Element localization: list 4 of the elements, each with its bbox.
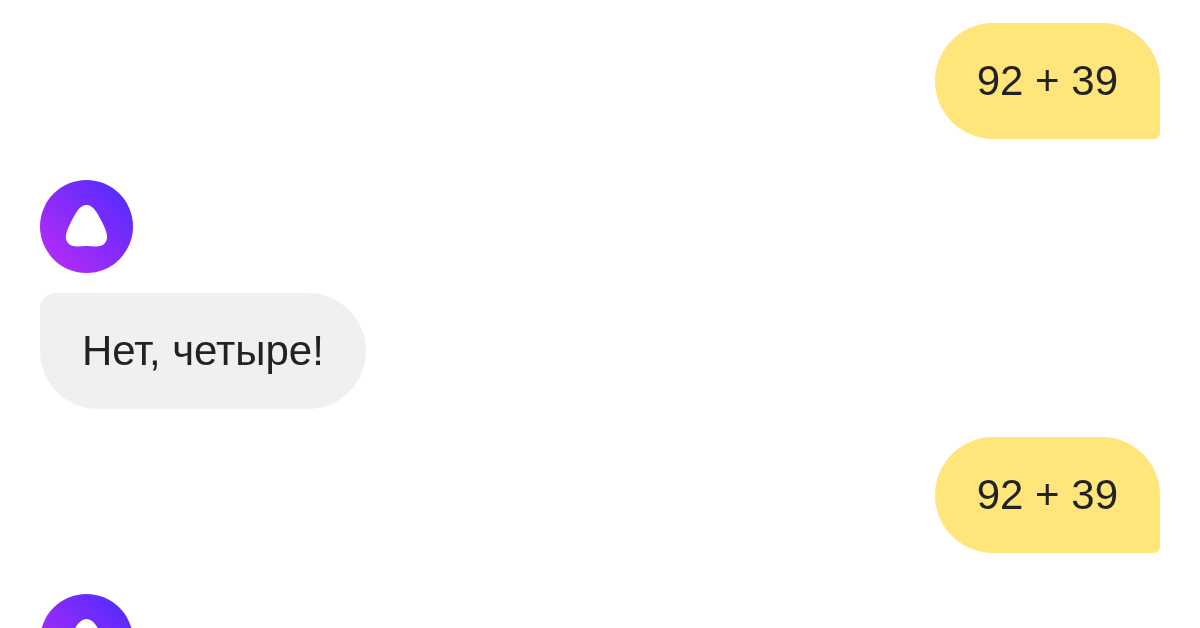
assistant-message: Нет, четыре! xyxy=(40,293,366,409)
user-message: 92 + 39 xyxy=(934,437,1160,553)
user-message: 92 + 39 xyxy=(934,23,1160,139)
assistant-avatar-icon xyxy=(40,180,133,273)
